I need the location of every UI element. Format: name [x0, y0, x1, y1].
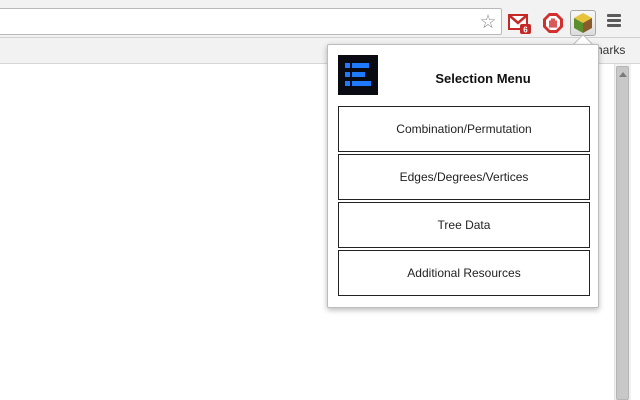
tree-data-button[interactable]: Tree Data: [338, 202, 590, 248]
bookmarks-label[interactable]: harks: [596, 43, 625, 57]
address-bar[interactable]: [0, 8, 502, 35]
additional-resources-button[interactable]: Additional Resources: [338, 250, 590, 296]
bookmark-star-icon[interactable]: ☆: [478, 12, 498, 32]
gmail-icon[interactable]: 6: [508, 11, 532, 35]
page-scrollbar-thumb[interactable]: [616, 66, 629, 400]
browser-toolbar: ☆ 6: [0, 0, 640, 38]
adblock-icon[interactable]: [541, 11, 565, 35]
selection-menu-extension-button[interactable]: [570, 10, 596, 36]
scroll-up-arrow-icon[interactable]: [619, 72, 627, 77]
popup-title: Selection Menu: [435, 71, 531, 86]
gmail-badge: 6: [523, 26, 528, 35]
edges-degrees-vertices-button[interactable]: Edges/Degrees/Vertices: [338, 154, 590, 200]
chrome-menu-icon[interactable]: [607, 14, 621, 28]
colorful-cube-icon: [574, 13, 592, 33]
list-logo-icon: [338, 55, 378, 95]
selection-menu-popup: Selection Menu Combination/Permutation E…: [327, 44, 599, 308]
combination-permutation-button[interactable]: Combination/Permutation: [338, 106, 590, 152]
